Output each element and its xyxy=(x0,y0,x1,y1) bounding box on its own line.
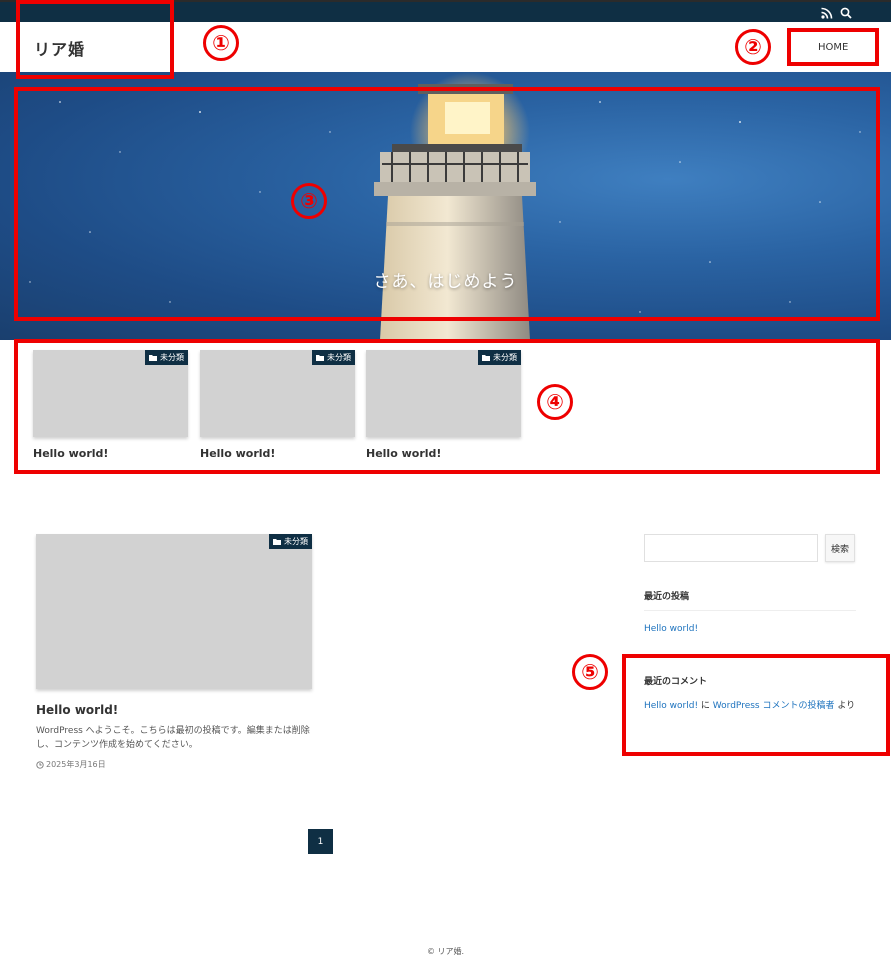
post-card: 未分類 Hello world! WordPress へようこそ。こちらは最初の… xyxy=(36,534,312,770)
post-date-text: 2025年3月16日 xyxy=(46,760,106,769)
annotation-box-3 xyxy=(14,87,880,321)
annotation-box-4 xyxy=(14,339,880,474)
folder-icon xyxy=(273,539,281,545)
rss-icon[interactable] xyxy=(820,6,834,20)
search-widget: 検索 xyxy=(644,534,856,562)
annotation-label-5: ⑤ xyxy=(572,654,608,690)
annotation-box-2 xyxy=(787,28,879,66)
recent-post-link[interactable]: Hello world! xyxy=(644,624,698,634)
sidebar: 検索 最近の投稿 Hello world! 最近のコメント Hello worl… xyxy=(644,534,856,711)
clock-icon xyxy=(36,760,44,769)
category-badge[interactable]: 未分類 xyxy=(269,534,312,549)
footer-copyright: © リア婚. xyxy=(426,947,465,956)
post-thumbnail[interactable]: 未分類 xyxy=(36,534,312,689)
annotation-box-5 xyxy=(622,654,890,756)
recent-posts-title: 最近の投稿 xyxy=(644,592,690,602)
post-excerpt: WordPress へようこそ。こちらは最初の投稿です。編集または削除し、コンテ… xyxy=(36,726,310,750)
category-label: 未分類 xyxy=(284,537,308,546)
post-title[interactable]: Hello world! xyxy=(36,703,312,717)
search-button[interactable]: 検索 xyxy=(825,534,855,562)
post-date: 2025年3月16日 xyxy=(36,759,312,770)
annotation-box-1 xyxy=(16,0,174,79)
annotation-label-3: ③ xyxy=(291,183,327,219)
search-input[interactable] xyxy=(644,534,818,562)
search-icon[interactable] xyxy=(839,6,853,20)
pagination-current-page[interactable]: 1 xyxy=(308,829,333,854)
annotation-label-1: ① xyxy=(203,25,239,61)
annotation-label-4: ④ xyxy=(537,384,573,420)
widget-divider xyxy=(644,610,856,611)
annotation-label-2: ② xyxy=(735,29,771,65)
